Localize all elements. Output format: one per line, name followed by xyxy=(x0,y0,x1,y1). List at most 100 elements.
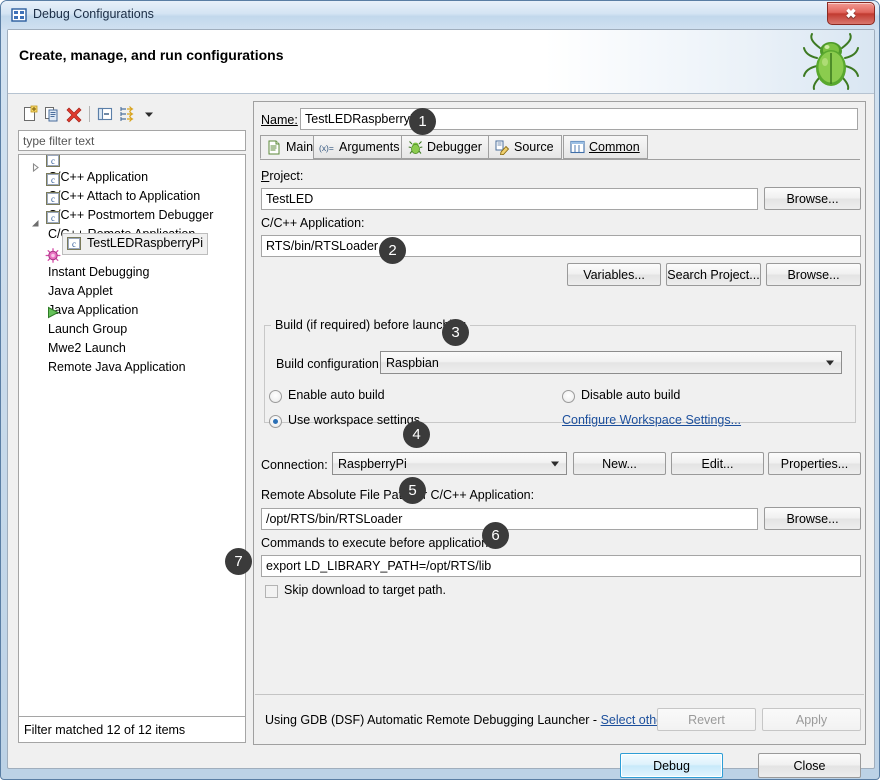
none xyxy=(44,284,62,303)
svg-text:(x)=: (x)= xyxy=(319,142,334,152)
none xyxy=(44,265,62,284)
radio-use-workspace-settings-label: Use workspace settings xyxy=(288,413,421,427)
chevron-down-icon xyxy=(551,461,559,466)
delete-configuration-icon[interactable] xyxy=(63,103,85,125)
remote-path-input[interactable] xyxy=(261,508,758,530)
radio-enable-auto-build-label: Enable auto build xyxy=(288,388,385,402)
launch-configuration-tree[interactable]: c C/C++ Application c C/C++ Attach to Appli… xyxy=(18,154,246,716)
debug-button[interactable]: Debug xyxy=(620,753,723,778)
launcher-description: Using GDB (DSF) Automatic Remote Debuggi… xyxy=(265,713,677,727)
none xyxy=(44,341,62,360)
expand-arrow-icon[interactable] xyxy=(27,158,44,177)
build-configuration-combo[interactable]: Raspbian xyxy=(380,351,842,374)
close-dialog-button[interactable]: Close xyxy=(758,753,861,778)
tab-common[interactable]: Common xyxy=(563,135,648,159)
tree-item-content: Remote Java Application xyxy=(44,341,186,374)
connection-edit-button[interactable]: Edit... xyxy=(671,452,764,475)
connection-new-button[interactable]: New... xyxy=(573,452,666,475)
window-close-button[interactable]: ✖ xyxy=(827,2,875,25)
application-input[interactable] xyxy=(261,235,861,257)
chevron-down-icon xyxy=(826,360,834,365)
tab-debugger[interactable]: Debugger xyxy=(401,135,490,159)
green-bug-icon xyxy=(800,32,862,92)
collapse-arrow-icon[interactable] xyxy=(27,215,44,234)
build-group-title: Build (if required) before launching xyxy=(271,318,471,332)
filter-icon[interactable] xyxy=(116,103,138,125)
remote-path-label: Remote Absolute File Path for C/C++ Appl… xyxy=(261,488,535,502)
tab-main[interactable]: Main xyxy=(260,135,322,159)
close-dialog-button-label: Close xyxy=(793,758,826,773)
connection-combo[interactable]: RaspberryPi xyxy=(332,452,567,475)
c-launch-icon: c xyxy=(44,170,62,189)
variables-button[interactable]: Variables... xyxy=(567,263,661,286)
callout-badge-3: 3 xyxy=(442,319,469,346)
launcher-bar: Using GDB (DSF) Automatic Remote Debuggi… xyxy=(255,694,864,744)
revert-button[interactable]: Revert xyxy=(657,708,756,731)
search-project-button-label: Search Project... xyxy=(667,267,760,282)
c-launch-icon: c xyxy=(44,189,62,208)
project-browse-button[interactable]: Browse... xyxy=(764,187,861,210)
instant-debug-icon xyxy=(44,246,62,265)
connection-properties-button[interactable]: Properties... xyxy=(768,452,861,475)
duplicate-configuration-icon[interactable] xyxy=(41,103,63,125)
skip-download-label: Skip download to target path. xyxy=(284,583,446,597)
tab-common-label: Common xyxy=(589,140,640,154)
svg-text:c: c xyxy=(51,156,55,166)
debug-config-icon xyxy=(11,7,27,23)
connection-value: RaspberryPi xyxy=(338,456,407,471)
tree-filter-input[interactable] xyxy=(18,130,246,151)
tab-main-label: Main xyxy=(286,140,314,154)
name-label: Name: xyxy=(261,113,298,127)
search-project-button[interactable]: Search Project... xyxy=(666,263,761,286)
collapse-all-icon[interactable] xyxy=(94,103,116,125)
tab-source[interactable]: Source xyxy=(488,135,562,159)
apply-button[interactable]: Apply xyxy=(762,708,861,731)
radio-enable-auto-build[interactable] xyxy=(269,390,282,403)
page-title: Create, manage, and run configurations xyxy=(19,47,284,63)
radio-disable-auto-build[interactable] xyxy=(562,390,575,403)
tab-arguments[interactable]: (x)= Arguments xyxy=(313,135,408,159)
window-titlebar: Debug Configurations ✖ xyxy=(1,1,879,29)
skip-download-checkbox[interactable] xyxy=(265,585,278,598)
tab-source-label: Source xyxy=(514,140,554,154)
svg-text:c: c xyxy=(51,194,55,204)
close-icon: ✖ xyxy=(845,5,857,21)
project-label-rest: roject: xyxy=(269,169,304,183)
radio-disable-auto-build-label: Disable auto build xyxy=(581,388,681,402)
toolbar-separator xyxy=(89,106,90,122)
tree-item-list: c C/C++ Application c C/C++ Attach to Appli… xyxy=(19,155,245,374)
tree-item-remote-java-application[interactable]: Remote Java Application xyxy=(19,348,245,374)
configuration-tabs: Main (x)= Arguments Debugger Source Comm… xyxy=(260,135,860,160)
configure-workspace-settings-link[interactable]: Configure Workspace Settings... xyxy=(562,413,741,427)
tree-toolbar xyxy=(16,101,248,127)
tree-filter-status: Filter matched 12 of 12 items xyxy=(18,716,246,743)
launch-group-play-icon xyxy=(44,303,62,322)
commands-input[interactable] xyxy=(261,555,861,577)
c-launch-icon: c xyxy=(44,155,62,170)
source-tab-icon xyxy=(494,139,510,155)
svg-text:c: c xyxy=(51,175,55,185)
radio-use-workspace-settings[interactable] xyxy=(269,415,282,428)
callout-badge-2: 2 xyxy=(379,237,406,264)
tree-filter-status-text: Filter matched 12 of 12 items xyxy=(24,722,186,737)
new-configuration-icon[interactable] xyxy=(19,103,41,125)
window-title: Debug Configurations xyxy=(33,7,154,21)
launcher-description-text: Using GDB (DSF) Automatic Remote Debuggi… xyxy=(265,713,601,727)
none xyxy=(44,322,62,341)
remote-path-browse-button[interactable]: Browse... xyxy=(764,507,861,530)
configuration-name-input[interactable] xyxy=(300,108,858,130)
common-tab-icon xyxy=(569,139,585,155)
build-configuration-label: Build configuration: xyxy=(276,357,383,371)
callout-badge-1: 1 xyxy=(409,108,436,135)
project-input[interactable] xyxy=(261,188,758,210)
arguments-tab-icon: (x)= xyxy=(319,139,335,155)
tab-debugger-label: Debugger xyxy=(427,140,482,154)
application-browse-button[interactable]: Browse... xyxy=(766,263,861,286)
c-launch-icon: c xyxy=(44,208,62,227)
view-menu-icon[interactable] xyxy=(138,103,160,125)
debugger-tab-icon xyxy=(407,139,423,155)
